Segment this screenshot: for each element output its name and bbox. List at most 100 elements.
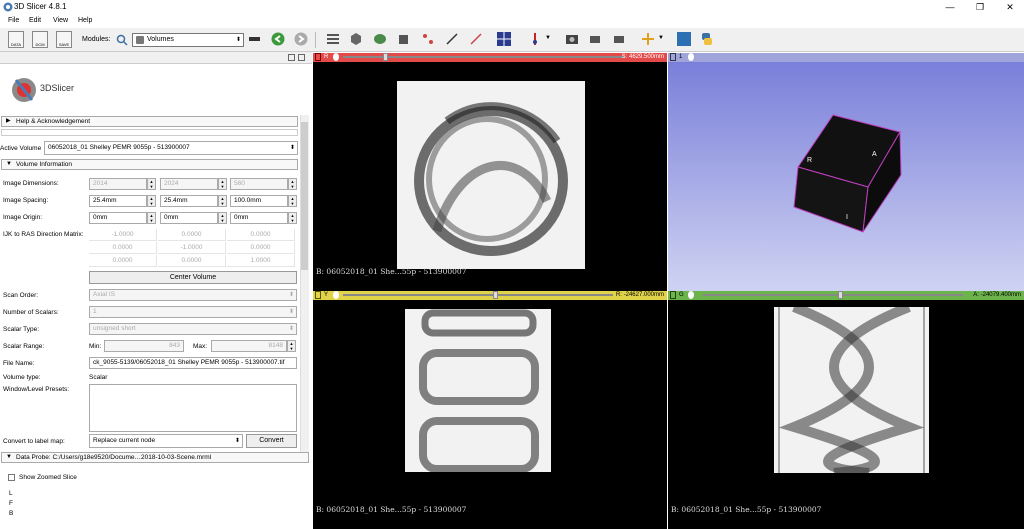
- active-volume-value: 06052018_01 Shelley PEMR 9055p - 5139000…: [48, 144, 190, 151]
- menu-edit[interactable]: Edit: [29, 17, 41, 24]
- dicom-button[interactable]: DCM: [32, 31, 48, 48]
- dropdown-arrow-icon[interactable]: ▼: [545, 35, 551, 41]
- markups-icon[interactable]: [420, 31, 436, 48]
- undock-icon[interactable]: [288, 54, 295, 61]
- forward-arrow-icon[interactable]: [294, 32, 308, 46]
- origin-z-spin[interactable]: ▲ ▼: [288, 212, 297, 224]
- window-level-presets-list[interactable]: [89, 384, 297, 432]
- cube-label-i: I: [846, 214, 848, 221]
- green-view-bar: G A: -24079.400mm: [668, 291, 1024, 300]
- yellow-view-id: Y: [324, 292, 329, 298]
- spacing-z-field[interactable]: 100.0mm: [230, 195, 288, 207]
- segment-editor-icon[interactable]: [468, 31, 484, 48]
- scalar-type-field: unsigned short ⬍: [89, 323, 297, 335]
- scene-view-dropdown-icon[interactable]: [612, 31, 628, 48]
- restore-button[interactable]: ❐: [970, 1, 990, 13]
- yellow-slice-view[interactable]: B: 06052018_01 She...55p - 513900007: [313, 300, 667, 529]
- eye-icon[interactable]: [333, 291, 339, 299]
- search-icon[interactable]: [116, 34, 128, 46]
- slider-knob[interactable]: [383, 53, 388, 61]
- pin-icon[interactable]: [315, 291, 321, 299]
- pin-icon[interactable]: [670, 53, 676, 61]
- save-button-label: SAVE: [58, 42, 70, 47]
- matrix-cell: 1.0000: [227, 255, 295, 267]
- scalar-type-value: unsigned short: [93, 325, 136, 332]
- file-name-field[interactable]: ck_9055-5139/06052018_01 Shelley PEMR 90…: [89, 357, 297, 369]
- volume-info-section-header[interactable]: ▼ Volume Information: [1, 159, 298, 170]
- transforms-icon[interactable]: [396, 31, 412, 48]
- save-button[interactable]: SAVE: [56, 31, 72, 48]
- dim-y-field: 2024: [160, 178, 218, 190]
- extension-manager-icon[interactable]: [676, 31, 692, 48]
- origin-y-field[interactable]: 0mm: [160, 212, 218, 224]
- dim-x-field: 2014: [89, 178, 147, 190]
- eye-icon[interactable]: [688, 291, 694, 299]
- eye-icon[interactable]: [333, 53, 339, 61]
- origin-y-spin[interactable]: ▲ ▼: [218, 212, 227, 224]
- python-icon[interactable]: [699, 31, 715, 48]
- spacing-y-spin[interactable]: ▲ ▼: [218, 195, 227, 207]
- crosshair-toggle-icon[interactable]: [527, 31, 543, 48]
- pin-icon[interactable]: [670, 291, 676, 299]
- threed-view-id: 1: [679, 54, 683, 60]
- layout-icon[interactable]: [496, 31, 512, 48]
- menu-help[interactable]: Help: [78, 17, 92, 24]
- green-slice-view[interactable]: B: 06052018_01 She...55p - 513900007: [668, 300, 1024, 529]
- green-slice-slider[interactable]: [703, 291, 963, 299]
- scrollbar-thumb[interactable]: [301, 122, 308, 270]
- dcm-button-label: DCM: [35, 42, 45, 47]
- convert-option-selector[interactable]: Replace current node ⬍: [89, 434, 243, 448]
- image-origin-label: Image Origin:: [3, 214, 43, 221]
- pin-icon[interactable]: [315, 53, 321, 61]
- image-spacing-label: Image Spacing:: [3, 197, 49, 204]
- main-toolbar: DATA DCM SAVE Modules: Volumes ⬍ ▼ ▼: [0, 28, 1024, 52]
- chevron-down-icon: ⬍: [235, 37, 241, 43]
- center-volume-button[interactable]: Center Volume: [89, 271, 297, 284]
- spacing-y-field[interactable]: 25.4mm: [160, 195, 218, 207]
- data-probe-section-header[interactable]: ▼ Data Probe: C:/Users/g18e9520/Docume…20…: [1, 452, 309, 463]
- spacing-x-spin[interactable]: ▲ ▼: [147, 195, 156, 207]
- minimize-button[interactable]: —: [940, 1, 960, 13]
- slider-knob[interactable]: [838, 291, 843, 299]
- load-data-button[interactable]: DATA: [8, 31, 24, 48]
- slider-knob[interactable]: [493, 291, 498, 299]
- editor-icon[interactable]: [444, 31, 460, 48]
- red-slice-view[interactable]: B: 06052018_01 She...55p - 513900007: [313, 62, 667, 291]
- volume-info-section-label: Volume Information: [16, 161, 73, 168]
- yellow-slice-slider[interactable]: [343, 291, 613, 299]
- threed-view-bar: 1: [668, 53, 1024, 62]
- threed-view[interactable]: R A I: [668, 62, 1024, 291]
- module-selector[interactable]: Volumes ⬍: [132, 33, 244, 47]
- dim-z-field: 560: [230, 178, 288, 190]
- convert-button[interactable]: Convert: [246, 434, 297, 448]
- mouse-mode-dropdown-icon[interactable]: ▼: [658, 35, 664, 41]
- back-arrow-icon[interactable]: [271, 32, 285, 46]
- mouse-mode-icon[interactable]: [640, 31, 656, 48]
- help-section-header[interactable]: ▶ Help & Acknowledgement: [1, 116, 298, 127]
- scene-view-icon[interactable]: [588, 31, 604, 48]
- red-slice-offset: S: 4629.500mm: [621, 54, 664, 60]
- chevron-down-icon: ⬍: [289, 145, 295, 151]
- models-icon[interactable]: [372, 31, 388, 48]
- spacing-z-spin[interactable]: ▲ ▼: [288, 195, 297, 207]
- max-field: 8148: [211, 340, 287, 352]
- close-button[interactable]: ✕: [1000, 1, 1020, 13]
- origin-x-field[interactable]: 0mm: [89, 212, 147, 224]
- scan-order-field: Axial IS ⬍: [89, 289, 297, 301]
- green-view-volume-label: B: 06052018_01 She...55p - 513900007: [671, 505, 822, 514]
- menu-file[interactable]: File: [8, 17, 19, 24]
- show-zoomed-checkbox[interactable]: [8, 474, 15, 481]
- volumes-icon[interactable]: [348, 31, 364, 48]
- screenshot-icon[interactable]: [564, 31, 580, 48]
- eye-icon[interactable]: [688, 53, 694, 61]
- menu-view[interactable]: View: [53, 17, 68, 24]
- spacing-x-field[interactable]: 25.4mm: [89, 195, 147, 207]
- origin-z-field[interactable]: 0mm: [230, 212, 288, 224]
- close-panel-icon[interactable]: [298, 54, 305, 61]
- history-icon[interactable]: [249, 37, 260, 41]
- data-module-icon[interactable]: [325, 31, 341, 48]
- origin-x-spin[interactable]: ▲ ▼: [147, 212, 156, 224]
- red-slice-slider[interactable]: [343, 53, 625, 61]
- active-volume-selector[interactable]: 06052018_01 Shelley PEMR 9055p - 5139000…: [44, 141, 298, 155]
- dim-x-spin: ▲ ▼: [147, 178, 156, 190]
